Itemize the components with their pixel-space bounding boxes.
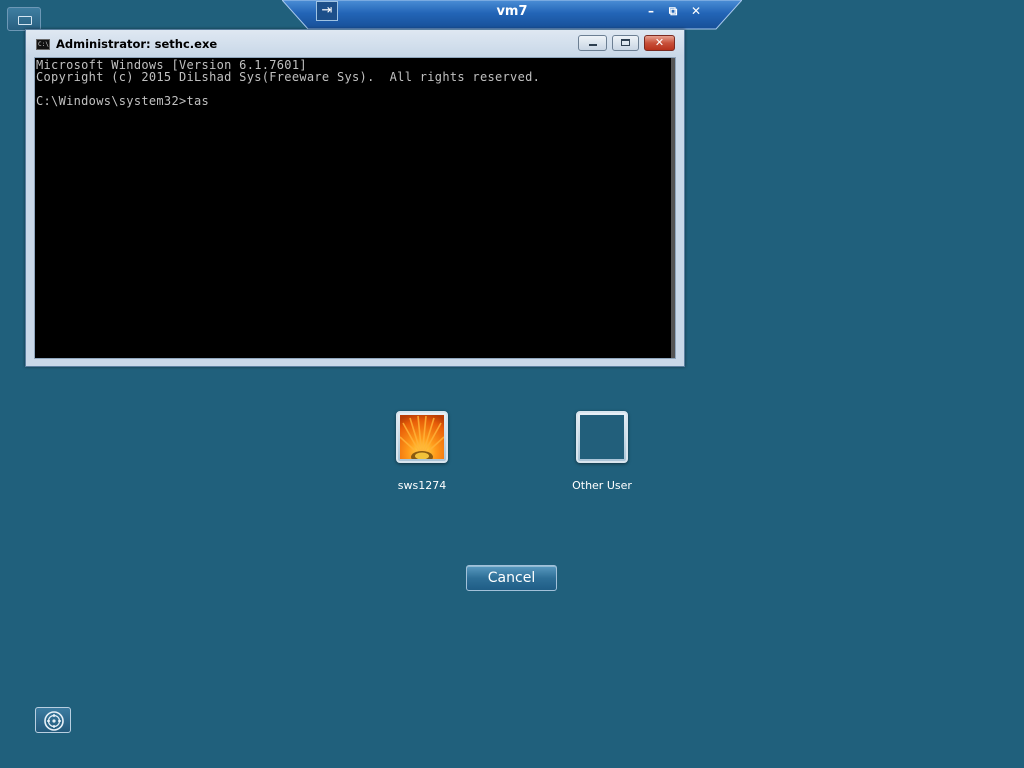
maximize-button[interactable] [612, 35, 639, 51]
blank-avatar-icon [580, 415, 624, 459]
flower-avatar-icon [400, 415, 444, 459]
console-scrollbar[interactable] [671, 58, 675, 358]
ease-of-access-icon [44, 711, 64, 731]
keyboard-button[interactable] [7, 7, 41, 31]
cancel-button[interactable]: Cancel [466, 565, 557, 591]
pin-button[interactable]: ⇥ [316, 1, 338, 21]
rdp-minimize-button[interactable]: – [642, 3, 660, 19]
user-name-label: Other User [572, 479, 632, 492]
user-tile-sws1274[interactable]: sws1274 [376, 411, 468, 492]
close-button[interactable]: ✕ [644, 35, 675, 51]
console-app-icon[interactable]: C:\ [36, 39, 50, 50]
rdp-close-button[interactable]: ✕ [687, 3, 705, 19]
console-output-area[interactable]: Microsoft Windows [Version 6.1.7601] Cop… [34, 57, 676, 359]
window-title: Administrator: sethc.exe [56, 37, 218, 51]
ease-of-access-button[interactable] [35, 707, 71, 733]
user-name-label: sws1274 [397, 479, 447, 492]
command-prompt-window: C:\ Administrator: sethc.exe ✕ Microsoft… [25, 29, 685, 367]
connection-title: vm7 [496, 4, 528, 19]
user-picture-frame [396, 411, 448, 463]
remote-desktop-connection-bar: ⇥ vm7 – ⧉ ✕ [282, 0, 742, 30]
minimize-icon [589, 44, 597, 46]
user-picture-frame [576, 411, 628, 463]
keyboard-icon [18, 16, 32, 25]
console-text: Microsoft Windows [Version 6.1.7601] Cop… [36, 58, 541, 108]
window-titlebar[interactable]: C:\ Administrator: sethc.exe ✕ [26, 30, 684, 56]
rdp-restore-button[interactable]: ⧉ [664, 3, 682, 19]
user-tile-other-user[interactable]: Other User [556, 411, 648, 492]
maximize-icon [621, 39, 630, 46]
minimize-button[interactable] [578, 35, 607, 51]
